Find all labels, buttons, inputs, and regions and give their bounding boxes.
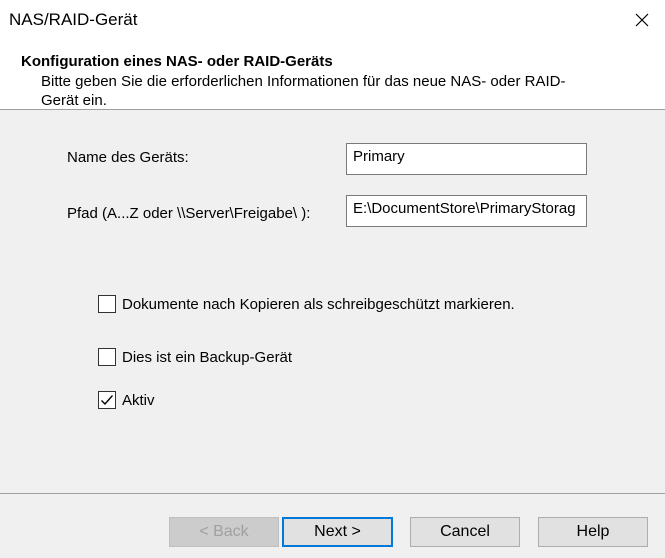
- device-name-input[interactable]: Primary: [346, 143, 587, 175]
- readonly-checkbox[interactable]: [98, 295, 116, 313]
- cancel-button[interactable]: Cancel: [410, 517, 520, 547]
- wizard-header: Konfiguration eines NAS- oder RAID-Gerät…: [0, 40, 665, 110]
- help-button[interactable]: Help: [538, 517, 648, 547]
- readonly-option[interactable]: Dokumente nach Kopieren als schreibgesch…: [98, 295, 515, 313]
- backup-checkbox[interactable]: [98, 348, 116, 366]
- active-checkbox[interactable]: [98, 391, 116, 409]
- title-bar: NAS/RAID-Gerät: [0, 0, 665, 40]
- next-button[interactable]: Next >: [282, 517, 393, 547]
- active-option[interactable]: Aktiv: [98, 391, 155, 409]
- close-button[interactable]: [619, 0, 665, 40]
- header-title: Konfiguration eines NAS- oder RAID-Gerät…: [21, 53, 333, 70]
- readonly-label: Dokumente nach Kopieren als schreibgesch…: [122, 295, 515, 313]
- header-subtitle: Bitte geben Sie die erforderlichen Infor…: [41, 73, 566, 109]
- path-label: Pfad (A...Z oder \\Server\Freigabe\ ):: [67, 205, 311, 222]
- checkmark-icon: [101, 395, 114, 406]
- back-button[interactable]: < Back: [169, 517, 279, 547]
- backup-label: Dies ist ein Backup-Gerät: [122, 348, 293, 366]
- footer-divider: [0, 493, 665, 494]
- active-label: Aktiv: [122, 391, 155, 409]
- backup-option[interactable]: Dies ist ein Backup-Gerät: [98, 348, 292, 366]
- close-icon: [635, 13, 649, 27]
- path-input[interactable]: E:\DocumentStore\PrimaryStorag: [346, 195, 587, 227]
- device-name-label: Name des Geräts:: [67, 149, 189, 166]
- window-title: NAS/RAID-Gerät: [9, 10, 138, 29]
